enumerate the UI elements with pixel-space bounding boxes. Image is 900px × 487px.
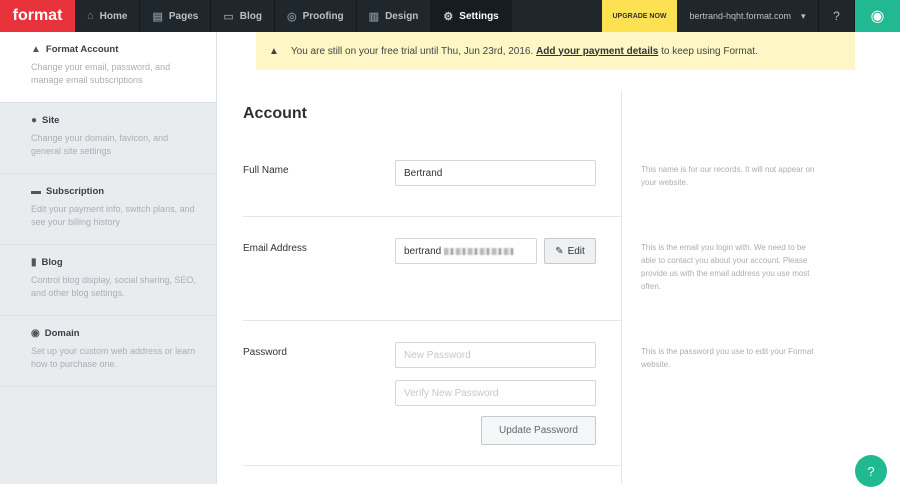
site-dropdown[interactable]: bertrand-hqht.format.com ▾	[677, 0, 819, 32]
sidebar-item-format-account[interactable]: ▲ Format Account Change your email, passwo…	[0, 32, 216, 103]
user-icon: ▲	[31, 44, 41, 55]
blog-icon: ▭	[223, 10, 234, 23]
divider	[621, 90, 622, 484]
update-password-button[interactable]: Update Password	[481, 416, 596, 445]
site-url: bertrand-hqht.format.com	[689, 11, 791, 21]
upgrade-now-button[interactable]: UPGRADE NOW	[602, 0, 677, 32]
nav-settings[interactable]: ⚙ Settings	[431, 0, 512, 32]
password-label: Password	[243, 347, 287, 358]
settings-sidebar: ▲ Format Account Change your email, passwo…	[0, 32, 217, 484]
nav-label: Home	[99, 10, 128, 22]
gear-icon: ⚙	[443, 10, 454, 23]
warning-icon: ▲	[269, 45, 279, 57]
sidebar-item-blog[interactable]: ▮ Blog Control blog display, social sharin…	[0, 245, 216, 316]
divider	[243, 216, 621, 217]
target-icon: ◉	[31, 328, 40, 339]
sidebar-item-title: Format Account	[45, 44, 119, 55]
sidebar-item-title: Site	[42, 115, 60, 126]
eye-icon[interactable]: ◉	[855, 0, 900, 32]
nav-label: Proofing	[302, 10, 344, 22]
sidebar-item-domain[interactable]: ◉ Domain Set up your custom web address or…	[0, 316, 216, 387]
full-name-label: Full Name	[243, 165, 289, 176]
email-input[interactable]: bertrand	[395, 238, 537, 264]
add-payment-link[interactable]: Add your payment details	[536, 46, 658, 57]
email-redacted	[444, 247, 515, 255]
email-value: bertrand	[404, 245, 442, 257]
sidebar-item-subscription[interactable]: ▬ Subscription Edit your payment info, swi…	[0, 174, 216, 245]
nav-label: Pages	[168, 10, 199, 22]
nav-label: Settings	[459, 10, 499, 22]
password-note: This is the password you use to edit you…	[641, 347, 814, 369]
sidebar-item-desc: Change your domain, favicon, and general…	[31, 133, 169, 156]
globe-icon: ●	[31, 115, 38, 126]
chevron-down-icon: ▾	[801, 10, 806, 21]
sidebar-item-title: Blog	[41, 257, 63, 268]
edit-label: Edit	[567, 245, 585, 257]
verify-password-input[interactable]: Verify New Password	[395, 380, 596, 406]
credit-card-icon: ▬	[31, 186, 41, 197]
edit-email-button[interactable]: ✎ Edit	[544, 238, 596, 264]
nav-pages[interactable]: ▤ Pages	[140, 0, 212, 32]
banner-text: You are still on your free trial until T…	[290, 45, 534, 57]
email-label: Email Address	[243, 243, 307, 254]
home-icon: ⌂	[87, 10, 94, 22]
design-icon: ▥	[368, 10, 380, 23]
divider	[243, 465, 621, 466]
nav-proofing[interactable]: ◎ Proofing	[275, 0, 357, 32]
page-title: Account	[243, 105, 307, 122]
email-note: This is the email you login with. We nee…	[641, 243, 810, 291]
banner-text-after: to keep using Format.	[661, 45, 758, 57]
nav-label: Design	[385, 10, 419, 22]
top-bar: format ⌂ Home ▤ Pages ▭ Blog ◎ Proofing ▥ Des…	[0, 0, 900, 32]
chat-support-icon[interactable]: ?	[855, 455, 887, 487]
full-name-input[interactable]: Bertrand	[395, 160, 596, 186]
divider	[243, 320, 621, 321]
sidebar-item-desc: Set up your custom web address or learn …	[31, 346, 196, 369]
sidebar-item-desc: Control blog display, social sharing, SE…	[31, 275, 196, 298]
nav-label: Blog	[239, 10, 262, 22]
sidebar-item-site[interactable]: ● Site Change your domain, favicon, and ge…	[0, 103, 216, 174]
pages-icon: ▤	[152, 10, 163, 23]
pencil-icon: ✎	[555, 245, 564, 257]
book-icon: ▮	[31, 257, 37, 268]
sidebar-item-title: Subscription	[46, 186, 105, 197]
trial-banner: ▲ You are still on your free trial until…	[256, 32, 855, 70]
format-logo[interactable]: format	[0, 0, 75, 32]
full-name-note: This name is for our records. It will no…	[641, 165, 815, 187]
new-password-input[interactable]: New Password	[395, 342, 596, 368]
proofing-icon: ◎	[286, 10, 297, 23]
nav-blog[interactable]: ▭ Blog	[211, 0, 275, 32]
sidebar-item-title: Domain	[44, 328, 80, 339]
nav-design[interactable]: ▥ Design	[357, 0, 432, 32]
sidebar-item-desc: Change your email, password, and manage …	[31, 62, 171, 85]
nav-home[interactable]: ⌂ Home	[75, 0, 141, 32]
sidebar-item-desc: Edit your payment info, switch plans, an…	[31, 204, 195, 227]
help-icon[interactable]: ?	[819, 0, 855, 32]
